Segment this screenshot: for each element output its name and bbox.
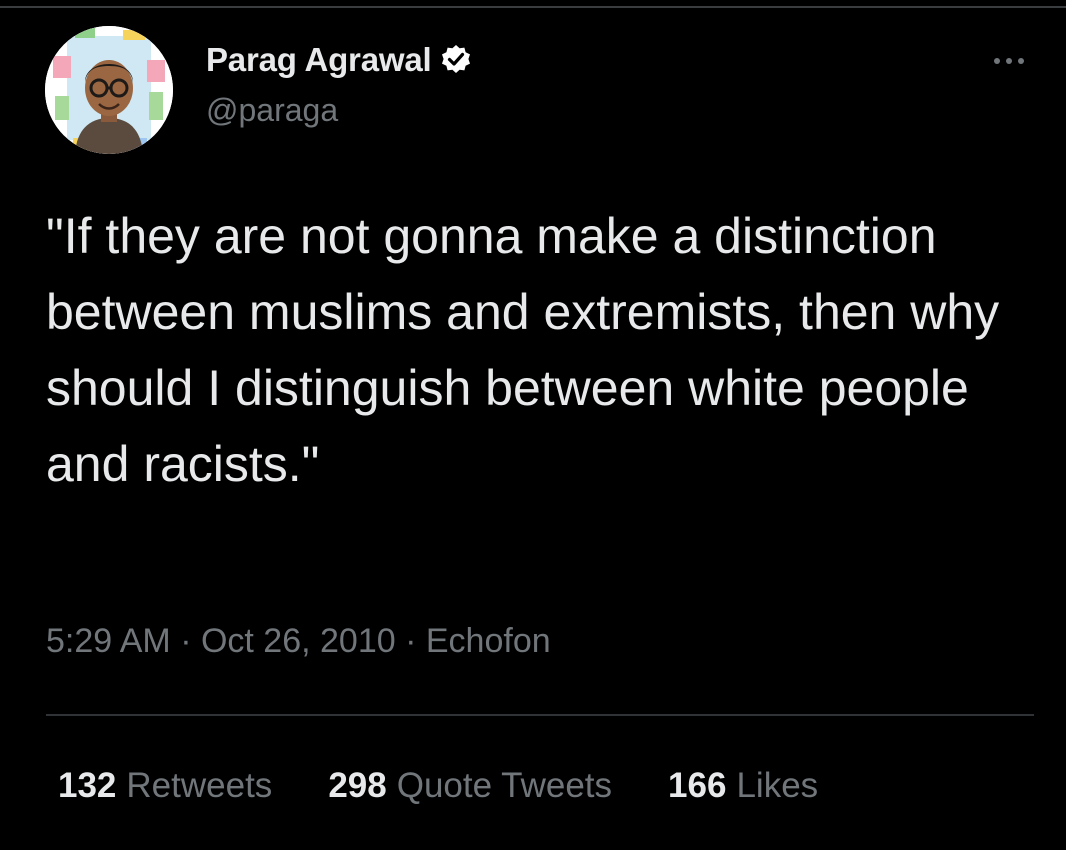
author-display-name[interactable]: Parag Agrawal — [206, 41, 432, 79]
author-handle[interactable]: @paraga — [206, 92, 338, 129]
more-options-button[interactable] — [986, 46, 1032, 76]
retweets-label: Retweets — [126, 766, 273, 805]
meta-separator: · — [395, 622, 426, 660]
top-divider — [0, 6, 1066, 8]
meta-separator: · — [170, 622, 201, 660]
author-name-row[interactable]: Parag Agrawal — [206, 40, 473, 80]
verified-badge-icon — [442, 45, 471, 73]
quote-tweets-stat[interactable]: 298 Quote Tweets — [328, 766, 612, 806]
quote-tweets-label: Quote Tweets — [396, 766, 613, 805]
retweets-stat[interactable]: 132 Retweets — [58, 766, 272, 806]
likes-stat[interactable]: 166 Likes — [668, 766, 818, 806]
more-horizontal-icon — [994, 58, 1024, 64]
likes-label: Likes — [736, 766, 819, 805]
tweet-source[interactable]: Echofon — [426, 622, 551, 660]
tweet-time[interactable]: 5:29 AM — [46, 622, 171, 660]
tweet-text: "If they are not gonna make a distinctio… — [46, 208, 1000, 492]
author-avatar[interactable] — [45, 26, 173, 154]
tweet-date[interactable]: Oct 26, 2010 — [201, 622, 396, 660]
likes-count: 166 — [668, 766, 727, 805]
tweet-stats: 132 Retweets 298 Quote Tweets 166 Likes — [58, 764, 818, 808]
quote-tweets-count: 298 — [328, 766, 387, 805]
retweets-count: 132 — [58, 766, 117, 805]
avatar-illustration — [45, 26, 173, 154]
stats-divider — [46, 714, 1034, 716]
tweet-meta: 5:29 AM · Oct 26, 2010 · Echofon — [46, 622, 551, 661]
